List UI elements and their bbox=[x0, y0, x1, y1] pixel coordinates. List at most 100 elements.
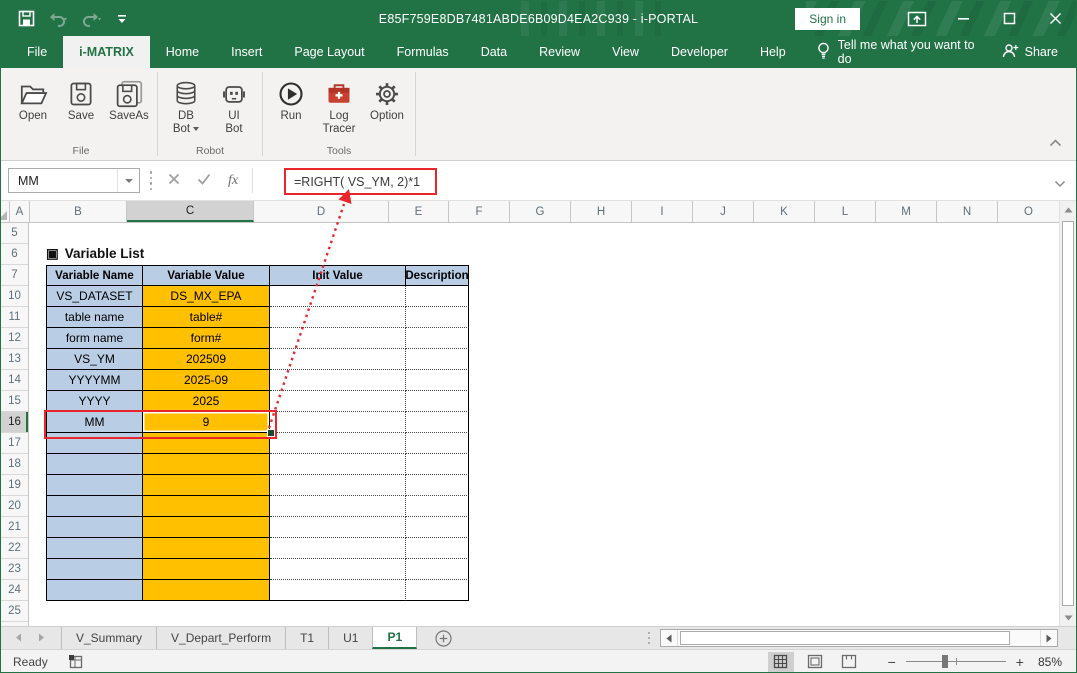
sheet-tab[interactable]: V_Depart_Perform bbox=[156, 627, 285, 649]
description-cell[interactable] bbox=[406, 307, 469, 328]
description-cell[interactable] bbox=[406, 580, 469, 601]
init-value-cell[interactable] bbox=[270, 349, 406, 370]
header-cell[interactable]: Variable Value bbox=[143, 265, 270, 286]
zoom-out-button[interactable]: − bbox=[888, 655, 896, 669]
ribbon-display-options-icon[interactable] bbox=[902, 6, 932, 32]
close-button[interactable] bbox=[1040, 6, 1070, 32]
save-button[interactable]: Save bbox=[59, 72, 103, 123]
init-value-cell[interactable] bbox=[270, 517, 406, 538]
log-tracer-button[interactable]: LogTracer bbox=[317, 72, 361, 136]
row-header[interactable]: 7 bbox=[1, 265, 28, 286]
row-header[interactable]: 16 bbox=[1, 412, 28, 433]
horizontal-scroll-thumb[interactable] bbox=[680, 631, 1010, 645]
formula-bar-drag-handle[interactable] bbox=[140, 171, 162, 190]
variable-value-cell[interactable]: form# bbox=[143, 328, 270, 349]
description-cell[interactable] bbox=[406, 559, 469, 580]
row-header[interactable]: 11 bbox=[1, 307, 28, 328]
variable-name-cell[interactable] bbox=[46, 538, 143, 559]
row-header[interactable]: 10 bbox=[1, 286, 28, 307]
ribbon-tab[interactable]: Developer bbox=[655, 36, 744, 68]
description-cell[interactable] bbox=[406, 286, 469, 307]
row-header[interactable]: 17 bbox=[1, 433, 28, 454]
variable-name-cell[interactable] bbox=[46, 454, 143, 475]
row-header[interactable]: 5 bbox=[1, 223, 28, 244]
page-layout-view-button[interactable] bbox=[802, 652, 828, 672]
undo-icon[interactable] bbox=[45, 6, 71, 32]
variable-name-cell[interactable] bbox=[46, 496, 143, 517]
sheet-nav-left-icon[interactable] bbox=[15, 631, 22, 645]
variable-value-cell[interactable] bbox=[143, 475, 270, 496]
row-header[interactable]: 22 bbox=[1, 538, 28, 559]
description-cell[interactable] bbox=[406, 538, 469, 559]
description-cell[interactable] bbox=[406, 349, 469, 370]
variable-value-cell[interactable] bbox=[143, 580, 270, 601]
sheet-tab[interactable]: T1 bbox=[285, 627, 328, 649]
sheet-tab[interactable]: P1 bbox=[372, 627, 417, 649]
row-header[interactable]: 14 bbox=[1, 370, 28, 391]
variable-name-cell[interactable]: VS_DATASET bbox=[46, 286, 143, 307]
scroll-down-icon[interactable] bbox=[1060, 609, 1076, 626]
variable-name-cell[interactable]: YYYY bbox=[46, 391, 143, 412]
column-header[interactable]: L bbox=[815, 201, 876, 222]
normal-view-button[interactable] bbox=[768, 652, 794, 672]
ribbon-tab[interactable]: Data bbox=[465, 36, 523, 68]
column-header[interactable]: O bbox=[998, 201, 1059, 222]
select-all-corner[interactable] bbox=[1, 201, 10, 222]
ribbon-tab[interactable]: View bbox=[596, 36, 655, 68]
init-value-cell[interactable] bbox=[270, 475, 406, 496]
variable-name-cell[interactable] bbox=[46, 559, 143, 580]
ribbon-tab[interactable]: Home bbox=[150, 36, 215, 68]
description-cell[interactable] bbox=[406, 391, 469, 412]
init-value-cell[interactable] bbox=[270, 559, 406, 580]
variable-value-cell[interactable] bbox=[143, 433, 270, 454]
ribbon-tab[interactable]: Insert bbox=[215, 36, 278, 68]
variable-value-cell[interactable] bbox=[143, 559, 270, 580]
description-cell[interactable] bbox=[406, 475, 469, 496]
ribbon-tab[interactable]: File bbox=[11, 36, 63, 68]
column-header[interactable]: K bbox=[754, 201, 815, 222]
init-value-cell[interactable] bbox=[270, 412, 406, 433]
variable-name-cell[interactable]: MM bbox=[46, 412, 143, 433]
ribbon-tab[interactable]: i-MATRIX bbox=[63, 36, 150, 68]
header-cell[interactable]: Description bbox=[406, 265, 469, 286]
ribbon-tab[interactable]: Review bbox=[523, 36, 596, 68]
zoom-slider[interactable] bbox=[906, 661, 1006, 662]
vertical-scroll-thumb[interactable] bbox=[1062, 221, 1074, 606]
collapse-ribbon-icon[interactable] bbox=[1049, 134, 1062, 152]
variable-value-cell[interactable] bbox=[143, 454, 270, 475]
row-header[interactable]: 23 bbox=[1, 559, 28, 580]
column-header[interactable]: M bbox=[876, 201, 937, 222]
description-cell[interactable] bbox=[406, 433, 469, 454]
init-value-cell[interactable] bbox=[270, 370, 406, 391]
customize-quick-access-icon[interactable] bbox=[109, 6, 135, 32]
variable-name-cell[interactable]: VS_YM bbox=[46, 349, 143, 370]
init-value-cell[interactable] bbox=[270, 433, 406, 454]
init-value-cell[interactable] bbox=[270, 307, 406, 328]
init-value-cell[interactable] bbox=[270, 454, 406, 475]
cancel-icon[interactable] bbox=[168, 172, 180, 190]
description-cell[interactable] bbox=[406, 328, 469, 349]
variable-name-cell[interactable] bbox=[46, 475, 143, 496]
variable-name-cell[interactable]: YYYYMM bbox=[46, 370, 143, 391]
description-cell[interactable] bbox=[406, 496, 469, 517]
sign-in-button[interactable]: Sign in bbox=[795, 8, 860, 30]
sheet-canvas[interactable]: ▣ Variable List Variable Name Variable V… bbox=[29, 223, 1059, 626]
init-value-cell[interactable] bbox=[270, 496, 406, 517]
variable-value-cell[interactable]: 2025-09 bbox=[143, 370, 270, 391]
variable-value-cell[interactable] bbox=[143, 517, 270, 538]
save-icon[interactable] bbox=[13, 6, 39, 32]
init-value-cell[interactable] bbox=[270, 580, 406, 601]
description-cell[interactable] bbox=[406, 517, 469, 538]
page-break-preview-button[interactable] bbox=[836, 652, 862, 672]
row-header[interactable]: 25 bbox=[1, 601, 28, 622]
enter-check-icon[interactable] bbox=[197, 172, 211, 190]
open-button[interactable]: Open bbox=[11, 72, 55, 123]
column-header[interactable]: I bbox=[632, 201, 693, 222]
column-header[interactable]: H bbox=[571, 201, 632, 222]
variable-value-cell[interactable] bbox=[143, 538, 270, 559]
variable-value-cell[interactable]: 2025 bbox=[143, 391, 270, 412]
column-header[interactable]: C bbox=[127, 201, 254, 222]
maximize-button[interactable] bbox=[994, 6, 1024, 32]
zoom-in-button[interactable]: + bbox=[1016, 655, 1024, 669]
zoom-slider-thumb[interactable] bbox=[942, 655, 948, 668]
